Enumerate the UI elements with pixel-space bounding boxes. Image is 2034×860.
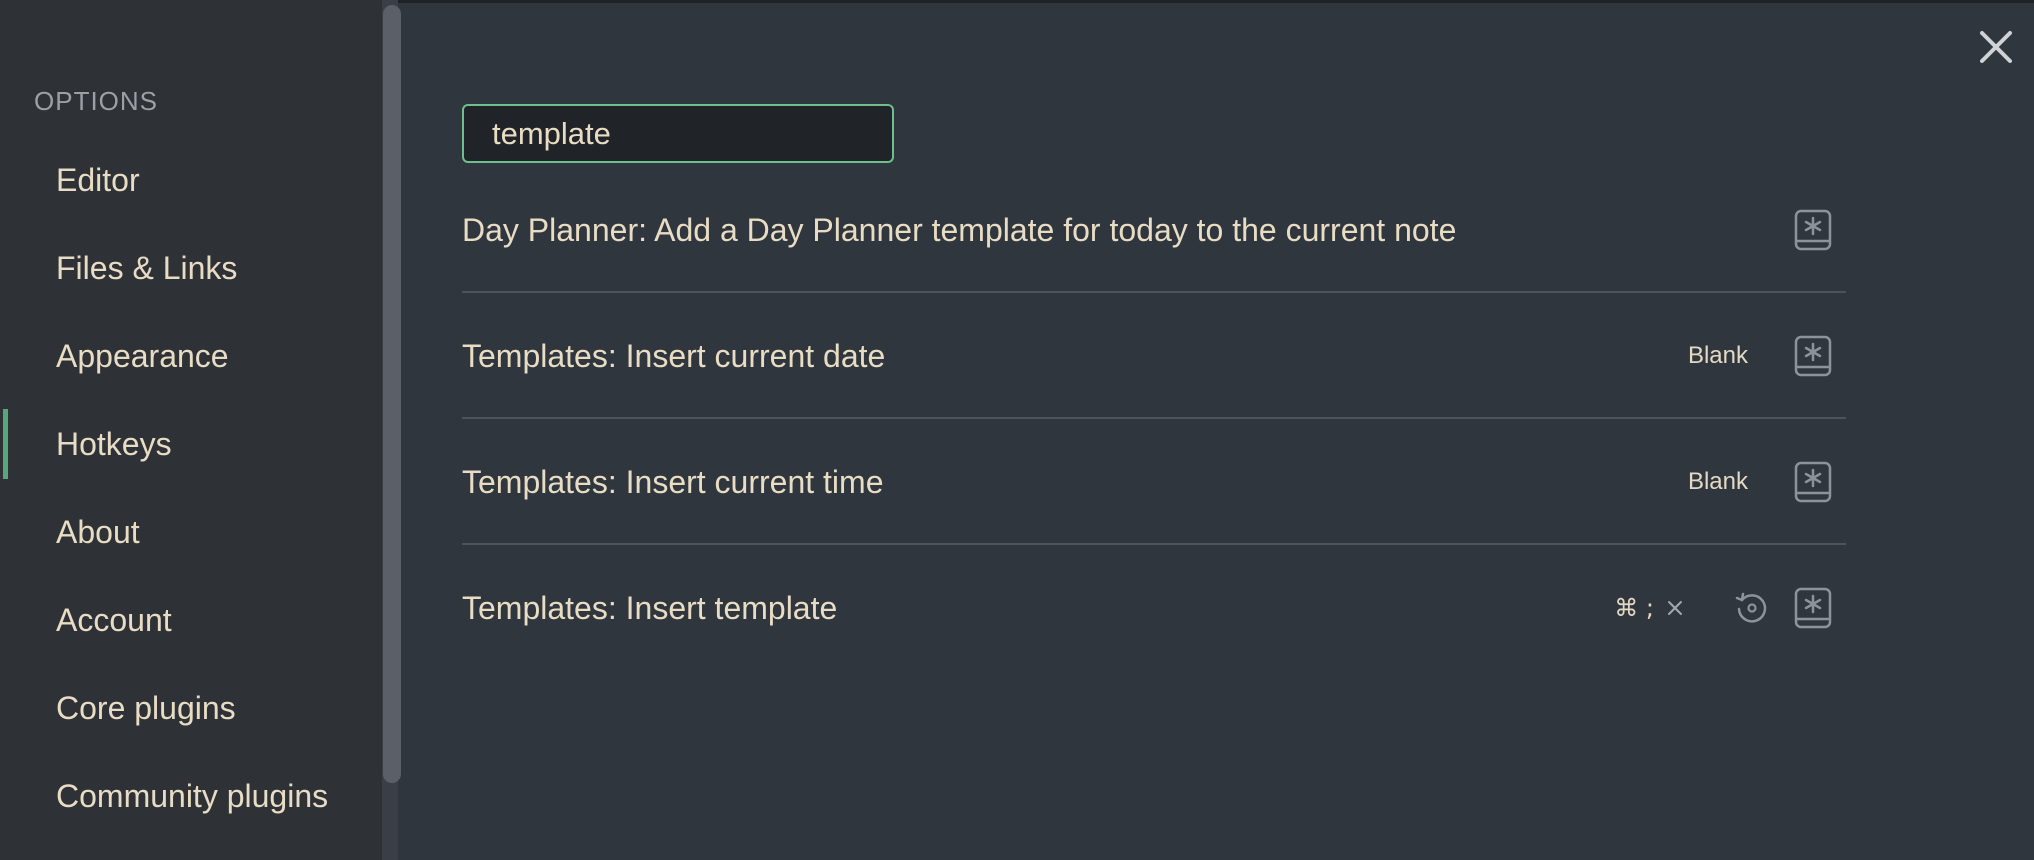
add-hotkey-icon	[1794, 209, 1832, 251]
hotkey-controls: ⌘ ;	[1614, 545, 1846, 671]
add-hotkey-button[interactable]	[1794, 587, 1832, 629]
hotkey-controls: Blank	[1688, 419, 1846, 545]
add-hotkey-icon	[1794, 587, 1832, 629]
command-label: Day Planner: Add a Day Planner template …	[462, 212, 1457, 248]
remove-hotkey-icon	[1668, 601, 1682, 615]
command-label: Templates: Insert current time	[462, 464, 884, 500]
command-label: Templates: Insert current date	[462, 338, 886, 374]
hotkey-value: Blank	[1687, 342, 1748, 369]
hotkey-controls	[1794, 167, 1846, 293]
settings-modal: OPTIONS Editor Files & Links Appearance …	[0, 0, 2034, 860]
sidebar-scrollbar[interactable]	[383, 5, 401, 783]
sidebar-item-hotkeys[interactable]: Hotkeys	[0, 409, 380, 479]
hotkey-controls: Blank	[1688, 293, 1846, 419]
hotkey-row: Templates: Insert template ⌘ ;	[462, 545, 1846, 671]
sidebar-item-appearance[interactable]: Appearance	[0, 321, 380, 391]
add-hotkey-icon	[1794, 335, 1832, 377]
hotkey-search-input[interactable]	[462, 104, 894, 163]
add-hotkey-button[interactable]	[1794, 461, 1832, 503]
close-button[interactable]	[1975, 26, 2017, 68]
add-hotkey-button[interactable]	[1794, 335, 1832, 377]
restore-default-icon	[1735, 592, 1767, 623]
add-hotkey-icon	[1794, 461, 1832, 503]
sidebar-item-community-plugins[interactable]: Community plugins	[0, 761, 380, 831]
sidebar-item-about[interactable]: About	[0, 497, 380, 567]
hotkey-value: ⌘ ;	[1614, 594, 1654, 622]
restore-default-button[interactable]	[1734, 590, 1770, 626]
add-hotkey-button[interactable]	[1794, 209, 1832, 251]
remove-hotkey-button[interactable]	[1666, 599, 1684, 617]
settings-sidebar: OPTIONS Editor Files & Links Appearance …	[0, 0, 398, 860]
sidebar-heading: OPTIONS	[34, 86, 159, 116]
hotkey-row: Day Planner: Add a Day Planner template …	[462, 167, 1846, 293]
sidebar-item-account[interactable]: Account	[0, 585, 380, 655]
hotkey-row: Templates: Insert current date Blank	[462, 293, 1846, 419]
close-icon	[1980, 31, 2012, 63]
hotkey-value: Blank	[1687, 468, 1748, 495]
sidebar-item-editor[interactable]: Editor	[0, 145, 380, 215]
sidebar-item-files-links[interactable]: Files & Links	[0, 233, 380, 303]
hotkey-row: Templates: Insert current time Blank	[462, 419, 1846, 545]
sidebar-item-core-plugins[interactable]: Core plugins	[0, 673, 380, 743]
command-label: Templates: Insert template	[462, 590, 838, 626]
